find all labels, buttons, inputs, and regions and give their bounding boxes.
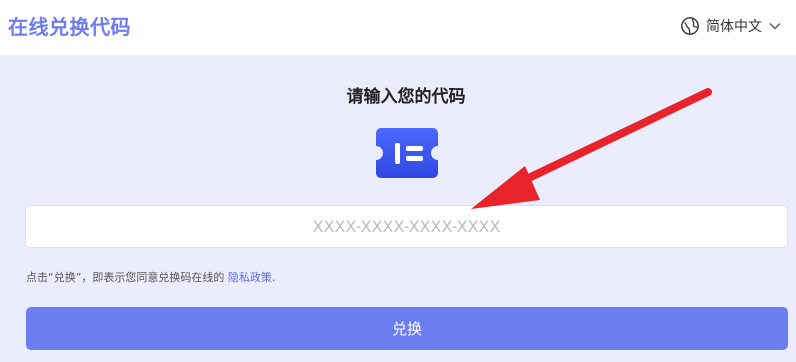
globe-icon [681,17,699,35]
consent-text-suffix: . [271,271,276,284]
ticket-icon [376,128,438,178]
redeem-button[interactable]: 兑换 [26,307,788,350]
consent-text: 点击“兑换”，即表示您同意兑换码在线的 隐私政策. [26,269,275,285]
language-label: 简体中文 [706,19,762,35]
redeem-panel: 请输入您的代码 点击“兑换”，即表示您同意兑换码在线的 隐私政策. 兑换 [0,55,796,362]
privacy-policy-link[interactable]: 隐私政策 [228,271,272,284]
page-heading: 请输入您的代码 [346,87,466,107]
consent-text-body: 点击“兑换”，即表示您同意兑换码在线的 [26,271,228,284]
site-title[interactable]: 在线兑换代码 [8,11,131,40]
language-selector[interactable]: 简体中文 [680,14,782,38]
chevron-down-icon [769,23,781,30]
top-header: 在线兑换代码 简体中文 [0,0,796,55]
code-input[interactable] [25,205,788,248]
